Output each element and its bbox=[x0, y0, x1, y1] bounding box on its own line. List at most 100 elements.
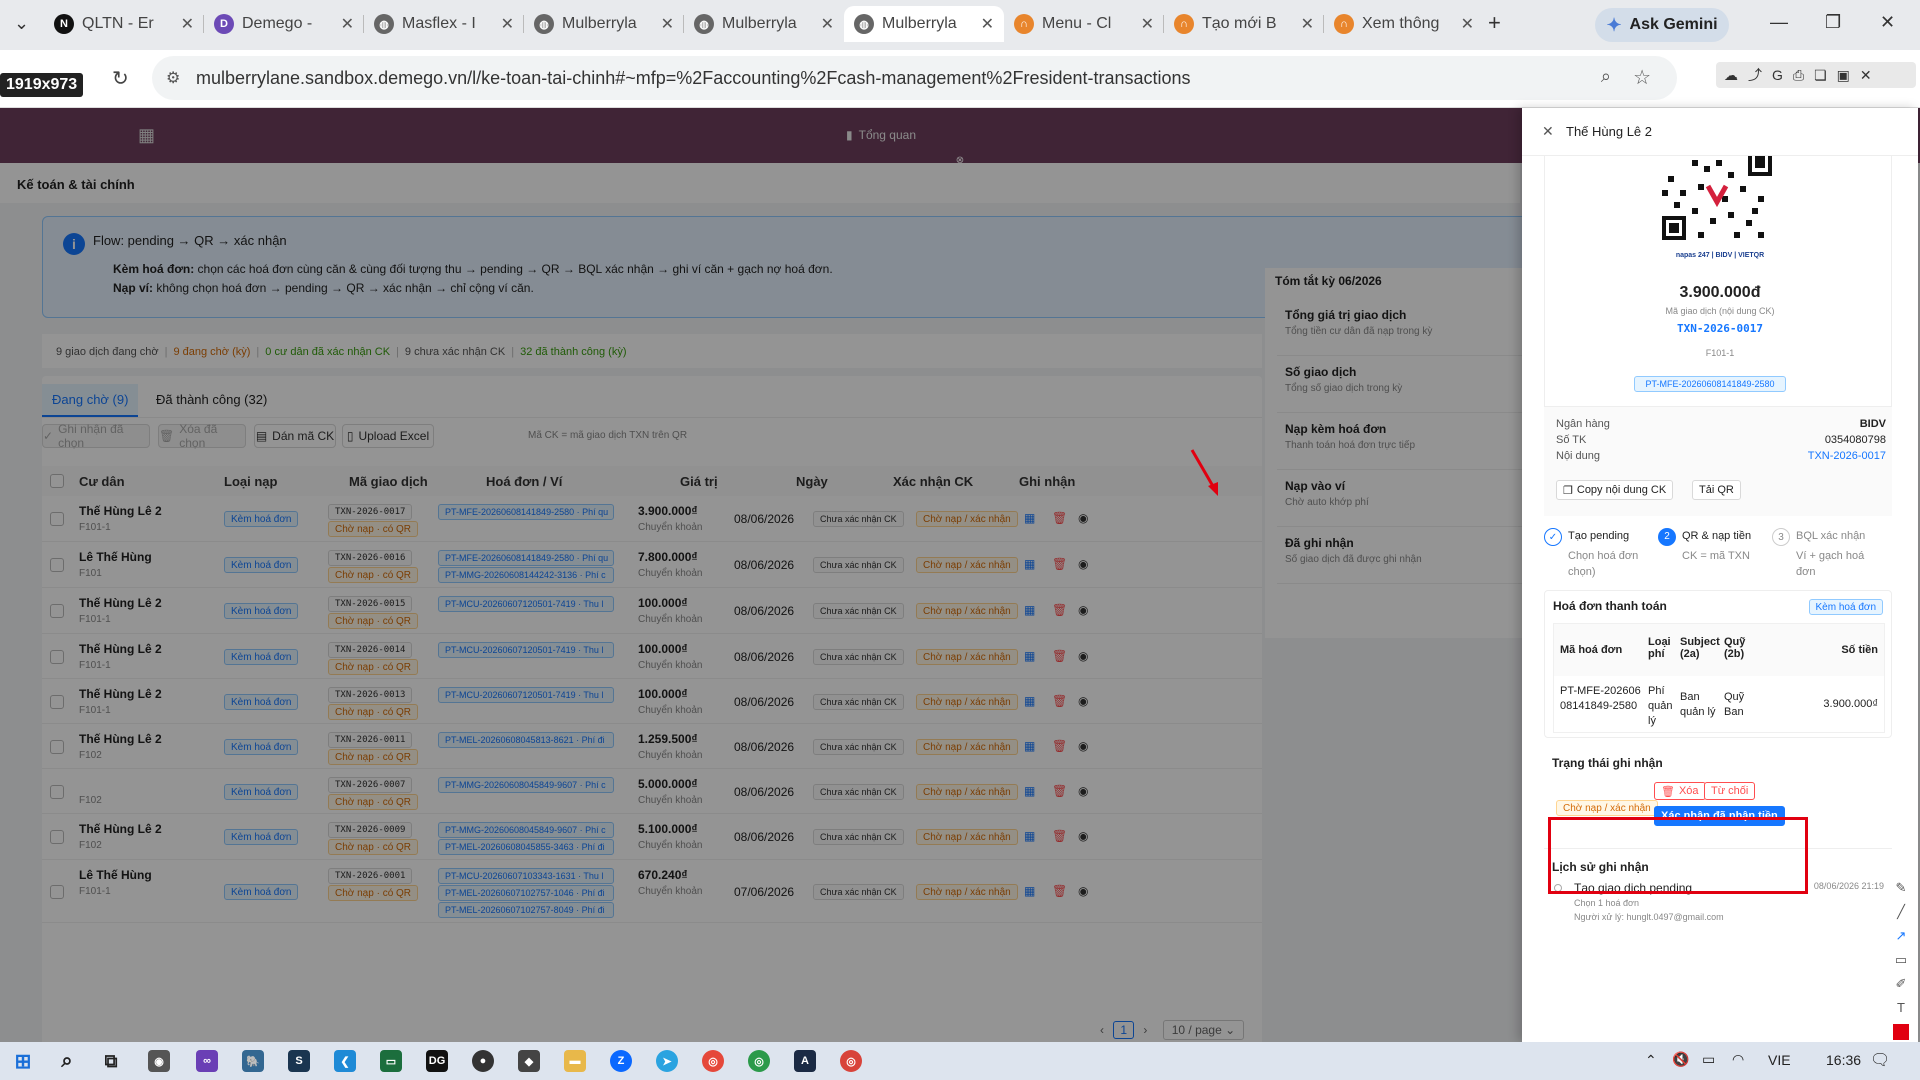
marker-icon[interactable]: ✐ bbox=[1893, 976, 1909, 992]
reload-icon[interactable]: ↻ bbox=[112, 66, 129, 91]
delete-icon[interactable]: 🗑 bbox=[1052, 784, 1067, 798]
browser-tab[interactable]: ◍ Mulberryla ✕ bbox=[684, 6, 844, 42]
invoice-tag[interactable]: PT-MMG-20260608045849-9607 · Phí c bbox=[438, 822, 614, 838]
ai-app-icon[interactable]: A bbox=[794, 1050, 816, 1072]
invoice-tag[interactable]: PT-MEL-20260607102757-1046 · Phí đi bbox=[438, 885, 614, 901]
view-eye-icon[interactable]: ◉ bbox=[1078, 829, 1088, 843]
task-view-icon[interactable]: ⧉ bbox=[100, 1050, 122, 1072]
delete-button[interactable]: 🗑 Xóa bbox=[1654, 782, 1706, 800]
view-eye-icon[interactable]: ◉ bbox=[1078, 649, 1088, 663]
paste-code-button[interactable]: ▤ Dán mã CK bbox=[254, 424, 336, 448]
table-row[interactable]: Lê Thế Hùng F101 Kèm hoá đơn TXN-2026-00… bbox=[42, 542, 1262, 588]
qr-code-icon[interactable]: ▦ bbox=[1024, 603, 1035, 617]
chrome-alt-icon[interactable]: ◎ bbox=[840, 1050, 862, 1072]
invoice-tag[interactable]: PT-MFE-20260608141849-2580 · Phí qu bbox=[438, 550, 614, 566]
url-input[interactable]: ⚙ mulberrylane.sandbox.demego.vn/l/ke-to… bbox=[152, 56, 1677, 100]
row-checkbox[interactable] bbox=[50, 830, 64, 844]
invoice-tag[interactable]: PT-MCU-20260607120501-7419 · Thu l bbox=[438, 642, 614, 658]
invoice-tag[interactable]: PT-MCU-20260607103343-1631 · Thu l bbox=[438, 868, 614, 884]
windows-start-icon[interactable]: ⊞ bbox=[12, 1050, 34, 1073]
line-icon[interactable]: ╱ bbox=[1893, 904, 1909, 920]
new-tab-button[interactable]: + bbox=[1488, 10, 1501, 36]
qr-code-icon[interactable]: ▦ bbox=[1024, 884, 1035, 898]
copy-icon[interactable]: ❏ bbox=[1814, 67, 1827, 84]
visual-studio-icon[interactable]: ∞ bbox=[196, 1050, 218, 1072]
app-grid-icon[interactable]: ▦ bbox=[138, 125, 155, 146]
qr-code-icon[interactable]: ▦ bbox=[1024, 557, 1035, 571]
table-row[interactable]: Thế Hùng Lê 2 F101-1 Kèm hoá đơn TXN-202… bbox=[42, 496, 1262, 542]
delete-icon[interactable]: 🗑 bbox=[1052, 829, 1067, 843]
delete-icon[interactable]: 🗑 bbox=[1052, 694, 1067, 708]
site-settings-icon[interactable]: ⚙ bbox=[166, 68, 180, 88]
browser-tab[interactable]: ∩ Xem thông ✕ bbox=[1324, 6, 1484, 42]
row-checkbox[interactable] bbox=[50, 604, 64, 618]
invoice-tag[interactable]: PT-MEL-20260608045813-8621 · Phí đi bbox=[438, 732, 614, 748]
table-row[interactable]: F102 Kèm hoá đơn TXN-2026-0007 Chờ nạp ·… bbox=[42, 769, 1262, 814]
arrow-tool-icon[interactable]: ↗ bbox=[1893, 928, 1909, 944]
prev-page-icon[interactable]: ‹ bbox=[1100, 1023, 1104, 1037]
table-row[interactable]: Thế Hùng Lê 2 F102 Kèm hoá đơn TXN-2026-… bbox=[42, 724, 1262, 769]
delete-icon[interactable]: 🗑 bbox=[1052, 557, 1067, 571]
language-indicator[interactable]: VIE bbox=[1768, 1052, 1791, 1068]
rectangle-icon[interactable]: ▭ bbox=[1893, 952, 1909, 968]
google-icon[interactable]: G bbox=[1772, 67, 1783, 83]
cube-app-icon[interactable]: ◆ bbox=[518, 1050, 540, 1072]
qr-code-icon[interactable]: ▦ bbox=[1024, 829, 1035, 843]
view-eye-icon[interactable]: ◉ bbox=[1078, 557, 1088, 571]
zoom-icon[interactable]: ⌕ bbox=[1601, 66, 1611, 87]
delete-icon[interactable]: 🗑 bbox=[1052, 511, 1067, 525]
browser-tab[interactable]: N QLTN - Er ✕ bbox=[44, 6, 204, 42]
browser-tab-active[interactable]: ◍ Mulberryla ✕ bbox=[844, 6, 1004, 42]
invoice-tag[interactable]: PT-MCU-20260607120501-7419 · Thu l bbox=[438, 687, 614, 703]
invoice-tag[interactable]: PT-MMG-20260608045849-9607 · Phí c bbox=[438, 777, 614, 793]
ask-gemini-button[interactable]: ✦ Ask Gemini bbox=[1595, 8, 1729, 42]
qr-code-icon[interactable]: ▦ bbox=[1024, 739, 1035, 753]
browser-tab[interactable]: ◍ Mulberryla ✕ bbox=[524, 6, 684, 42]
close-icon[interactable]: ✕ bbox=[341, 14, 354, 34]
clock[interactable]: 16:36 bbox=[1826, 1052, 1861, 1068]
close-icon[interactable]: ✕ bbox=[661, 14, 674, 34]
close-icon[interactable]: ✕ bbox=[821, 14, 834, 34]
search-icon[interactable]: ⌕ bbox=[56, 1050, 78, 1072]
chrome-profile-icon[interactable]: ◎ bbox=[748, 1050, 770, 1072]
invoice-tag[interactable]: PT-MFE-20260608141849-2580 · Phí qu bbox=[438, 504, 614, 520]
text-tool-icon[interactable]: T bbox=[1893, 1000, 1909, 1016]
browser-tab[interactable]: ∩ Tạo mới B ✕ bbox=[1164, 6, 1324, 42]
table-row[interactable]: Thế Hùng Lê 2 F101-1 Kèm hoá đơn TXN-202… bbox=[42, 588, 1262, 634]
tab-pending[interactable]: Đang chờ (9) bbox=[42, 384, 139, 417]
delete-icon[interactable]: 🗑 bbox=[1052, 884, 1067, 898]
github-icon[interactable]: ● bbox=[472, 1050, 494, 1072]
view-eye-icon[interactable]: ◉ bbox=[1078, 784, 1088, 798]
approve-selected-button[interactable]: ✓ Ghi nhận đã chọn bbox=[42, 422, 150, 450]
select-all-checkbox[interactable] bbox=[50, 474, 64, 488]
invoice-tag[interactable]: PT-MMG-20260608144242-3136 · Phí c bbox=[438, 567, 614, 583]
battery-icon[interactable]: ▭ bbox=[1702, 1051, 1715, 1068]
camera-icon[interactable]: ◉ bbox=[148, 1050, 170, 1072]
telegram-icon[interactable]: ➤ bbox=[656, 1050, 678, 1072]
zalo-icon[interactable]: Z bbox=[610, 1050, 632, 1072]
invoice-tag[interactable]: PT-MEL-20260608045855-3463 · Phí đi bbox=[438, 839, 614, 855]
qr-code-icon[interactable]: ▦ bbox=[1024, 784, 1035, 798]
table-row[interactable]: Thế Hùng Lê 2 F102 Kèm hoá đơn TXN-2026-… bbox=[42, 814, 1262, 860]
close-icon[interactable]: ✕ bbox=[1860, 67, 1872, 84]
postgres-icon[interactable]: 🐘 bbox=[242, 1050, 264, 1072]
print-icon[interactable]: ⎙ bbox=[1793, 67, 1804, 84]
close-icon[interactable]: ✕ bbox=[181, 14, 194, 34]
terminal-icon[interactable]: ▭ bbox=[380, 1050, 402, 1072]
row-checkbox[interactable] bbox=[50, 740, 64, 754]
view-eye-icon[interactable]: ◉ bbox=[1078, 603, 1088, 617]
tray-chevron-icon[interactable]: ⌃ bbox=[1645, 1052, 1657, 1069]
row-checkbox[interactable] bbox=[50, 885, 64, 899]
invoice-tag[interactable]: PT-MCU-20260607120501-7419 · Thu l bbox=[438, 596, 614, 612]
close-icon[interactable]: ✕ bbox=[1461, 14, 1474, 34]
tab-search-chevron-icon[interactable]: ⌄ bbox=[14, 13, 29, 34]
table-row[interactable]: Thế Hùng Lê 2 F101-1 Kèm hoá đơn TXN-202… bbox=[42, 634, 1262, 679]
browser-tab[interactable]: D Demego - ✕ bbox=[204, 6, 364, 42]
reject-button[interactable]: Từ chối bbox=[1704, 782, 1756, 800]
close-icon[interactable]: ✕ bbox=[1141, 14, 1154, 34]
page-number[interactable]: 1 bbox=[1113, 1021, 1135, 1039]
copy-content-button[interactable]: ❐ Copy nội dung CK bbox=[1556, 480, 1674, 500]
tab-success[interactable]: Đã thành công (32) bbox=[156, 392, 267, 407]
pen-icon[interactable]: ✎ bbox=[1893, 880, 1909, 896]
datagrip-icon[interactable]: DG bbox=[426, 1050, 448, 1072]
